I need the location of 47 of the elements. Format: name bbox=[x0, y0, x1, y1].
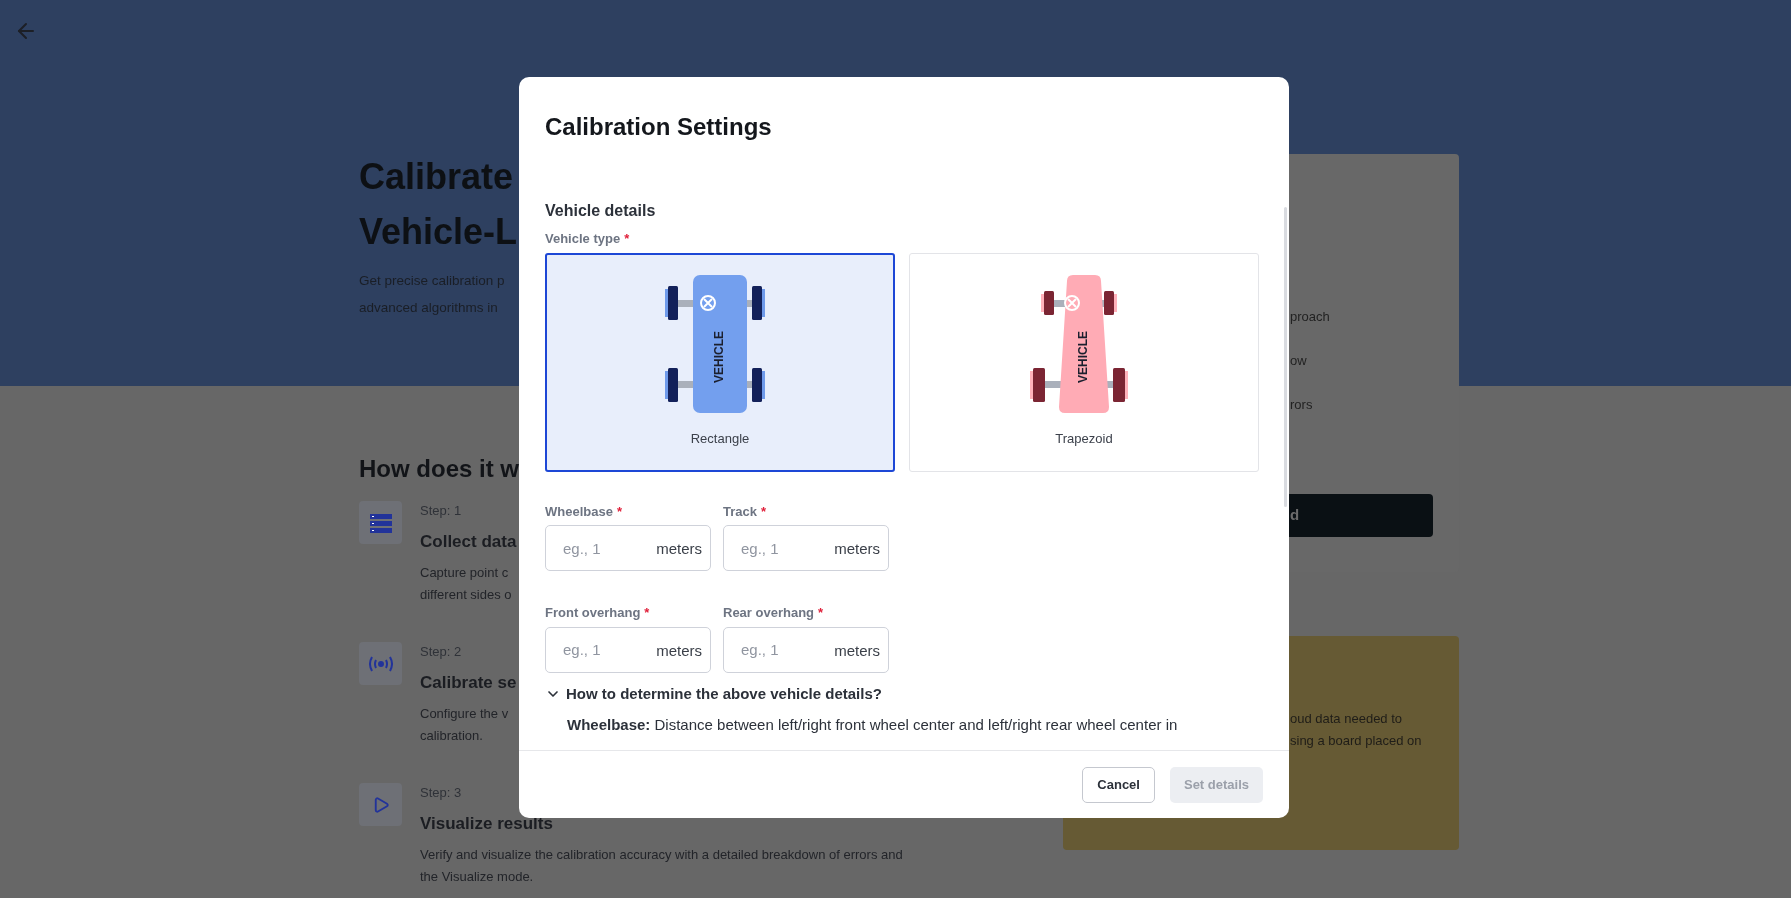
field-label: Track bbox=[723, 502, 757, 521]
unit-text: meters bbox=[656, 640, 702, 661]
step-description: Verify and visualize the calibration accuracy with a detailed breakdown of errors and bbox=[420, 846, 903, 864]
help-toggle[interactable]: How to determine the above vehicle details? bbox=[545, 682, 882, 705]
unit-text: meters bbox=[834, 640, 880, 661]
hero-description: Get precise calibration p bbox=[359, 272, 505, 290]
step-description: different sides o bbox=[420, 586, 513, 604]
feature-text: ow bbox=[1290, 352, 1308, 370]
unit-text: meters bbox=[656, 539, 702, 559]
required-mark: * bbox=[616, 502, 622, 521]
required-mark: * bbox=[818, 604, 824, 622]
field-label: Front overhang bbox=[545, 604, 641, 622]
section-title: How does it w bbox=[359, 454, 519, 484]
step-title: Collect data bbox=[420, 530, 517, 553]
signal-icon bbox=[368, 655, 393, 672]
scrollbar[interactable] bbox=[1284, 207, 1287, 507]
tip-text: oud data needed to bbox=[1290, 710, 1404, 728]
unit-text: meters bbox=[834, 539, 880, 559]
section-heading: Vehicle details bbox=[545, 201, 657, 221]
feature-text: rors bbox=[1290, 396, 1314, 414]
cancel-button[interactable]: Cancel bbox=[1082, 766, 1155, 803]
step-number: Step: 1 bbox=[420, 502, 463, 520]
feature-text: proach bbox=[1290, 308, 1331, 326]
step-description: calibration. bbox=[420, 727, 484, 745]
step-description: Capture point c bbox=[420, 564, 510, 582]
vehicle-type-option[interactable]: VEHICLE Trapezoid bbox=[909, 252, 1259, 472]
step-title: Calibrate se bbox=[420, 671, 517, 694]
vehicle-drawing: VEHICLE bbox=[665, 275, 775, 416]
list-icon bbox=[369, 512, 392, 533]
vehicle-drawing: VEHICLE bbox=[1029, 275, 1139, 416]
dialog-title: Calibration Settings bbox=[545, 112, 773, 142]
hero-title: Calibrate bbox=[359, 155, 514, 199]
vehicle-type-option[interactable]: VEHICLE Rectangle bbox=[545, 252, 895, 472]
hero-title: Vehicle-L bbox=[359, 210, 518, 254]
help-text: Wheelbase: Distance between left/right front wheel center and left/right rear wheel center in bbox=[567, 715, 1179, 735]
field-label: Vehicle type bbox=[545, 230, 621, 248]
step-description: the Visualize mode. bbox=[420, 868, 535, 886]
tip-text: sing a board placed on bbox=[1290, 732, 1423, 750]
step-number: Step: 3 bbox=[420, 784, 463, 802]
field-label: Wheelbase bbox=[545, 502, 613, 521]
required-mark: * bbox=[761, 502, 767, 521]
step-number: Step: 2 bbox=[420, 643, 463, 661]
step-title: Visualize results bbox=[420, 812, 554, 835]
field-label: Rear overhang bbox=[723, 604, 815, 622]
required-mark: * bbox=[624, 230, 630, 248]
step-description: Configure the v bbox=[420, 705, 510, 723]
required-mark: * bbox=[644, 604, 650, 622]
